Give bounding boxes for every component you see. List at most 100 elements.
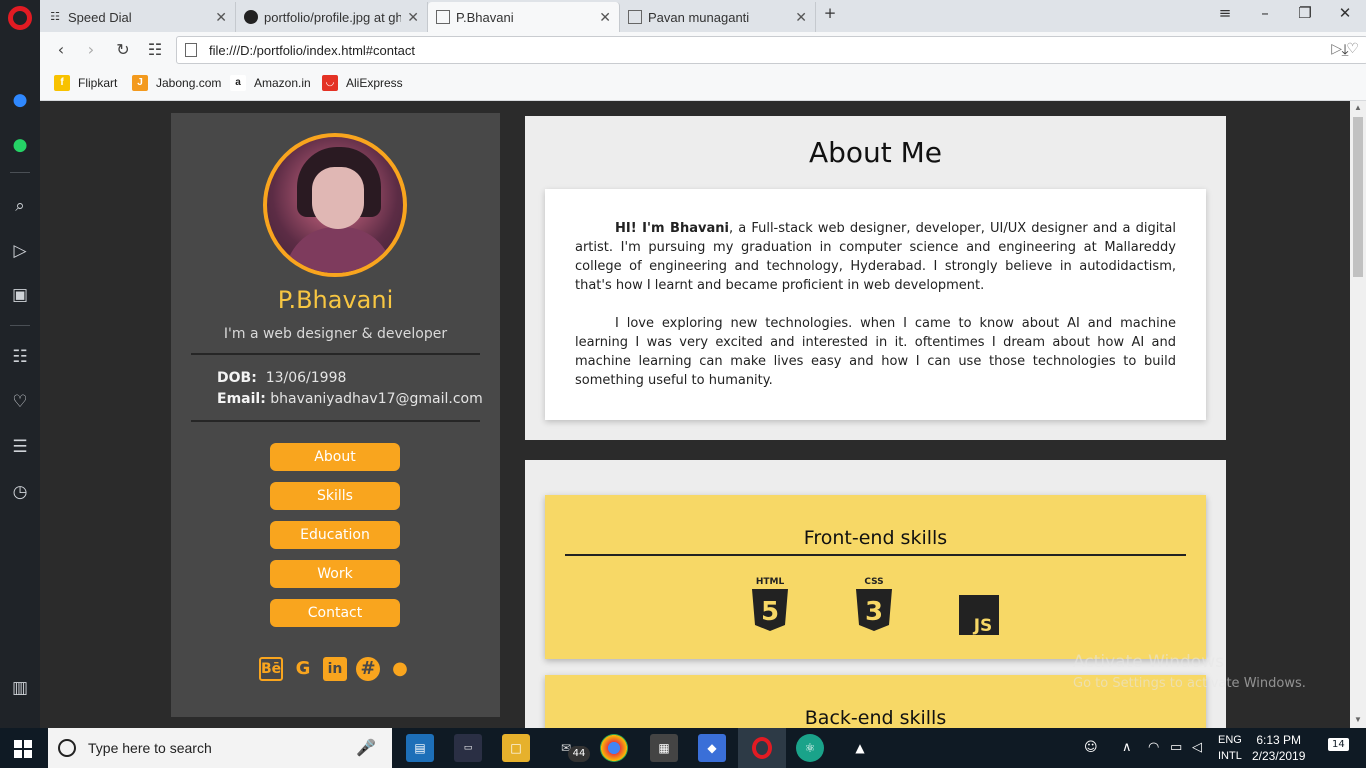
battery-icon[interactable]: ▭	[1170, 740, 1182, 755]
bookmark-aliexpress[interactable]: ◡ AliExpress	[322, 75, 403, 91]
profile-photo	[263, 133, 407, 277]
javascript-icon: JS	[959, 595, 999, 635]
close-icon[interactable]: ✕	[215, 9, 227, 26]
close-icon[interactable]: ✕	[599, 9, 611, 26]
google-icon[interactable]: G	[291, 657, 315, 681]
news-icon[interactable]: ☰	[8, 435, 32, 459]
css3-icon: CSS 3	[856, 577, 892, 631]
html5-number: 5	[761, 597, 779, 627]
nav-skills-button[interactable]: Skills	[270, 482, 400, 510]
flipkart-icon: f	[54, 75, 70, 91]
tray-expand-icon[interactable]: ∧	[1122, 740, 1132, 755]
app-icon[interactable]: ◆	[698, 734, 726, 762]
new-tab-button[interactable]: +	[818, 4, 842, 22]
bookmark-flipkart[interactable]: f Flipkart	[54, 75, 117, 91]
microphone-icon[interactable]: 🎤	[356, 738, 376, 757]
minimize-button[interactable]: –	[1253, 4, 1277, 22]
address-bar-row: ‹ › ↻ ☷ file:///D:/portfolio/index.html#…	[40, 32, 1366, 68]
close-window-button[interactable]: ✕	[1333, 4, 1357, 22]
close-icon[interactable]: ✕	[795, 9, 807, 26]
back-button[interactable]: ‹	[50, 40, 72, 60]
divider	[565, 554, 1186, 556]
scroll-down-icon[interactable]: ▼	[1354, 716, 1362, 724]
tab-pbhavani[interactable]: P.Bhavani ✕	[428, 2, 620, 32]
bookmarks-bar: f Flipkart J Jabong.com a Amazon.in ◡ Al…	[40, 68, 1366, 101]
page-icon	[628, 10, 642, 24]
sidebar-toggle-icon[interactable]: ▥	[8, 676, 32, 700]
photos-icon[interactable]: ▲	[846, 734, 874, 762]
nav-contact-button[interactable]: Contact	[270, 599, 400, 627]
file-explorer-icon[interactable]: □	[502, 734, 530, 762]
javascript-label: JS	[973, 616, 993, 635]
sidebar-divider	[10, 325, 30, 326]
css3-label: CSS	[864, 577, 883, 587]
send-icon[interactable]: ▷	[8, 239, 32, 263]
nav-about-button[interactable]: About	[270, 443, 400, 471]
opera-sidebar: ● ● ⌕ ▷ ▣ ☷ ♡ ☰ ◷ ▥	[0, 0, 40, 728]
url-text: file:///D:/portfolio/index.html#contact	[209, 42, 415, 58]
tab-bar: ☷ Speed Dial ✕ portfolio/profile.jpg at …	[40, 0, 1366, 32]
scroll-up-icon[interactable]: ▲	[1354, 104, 1362, 112]
windows-start-icon[interactable]	[14, 740, 32, 758]
activate-windows-watermark: Activate Windows Go to Settings to activ…	[1073, 652, 1306, 691]
bookmark-jabong[interactable]: J Jabong.com	[132, 75, 221, 91]
chrome-icon[interactable]	[600, 734, 628, 762]
language-indicator[interactable]: ENG INTL	[1218, 732, 1242, 764]
maximize-button[interactable]: ❐	[1293, 4, 1317, 22]
nav-work-button[interactable]: Work	[270, 560, 400, 588]
wifi-icon[interactable]: ◠	[1148, 740, 1159, 755]
download-icon[interactable]: ⤓	[1334, 40, 1356, 60]
opera-taskbar-icon[interactable]	[748, 734, 776, 762]
profile-card: P.Bhavani I'm a web designer & developer…	[171, 113, 500, 717]
linkedin-icon[interactable]: in	[323, 657, 347, 681]
taskbar-clock[interactable]: 6:13 PM 2/23/2019	[1252, 732, 1305, 764]
whatsapp-icon[interactable]: ●	[8, 133, 32, 157]
taskbar-search-input[interactable]: Type here to search 🎤	[48, 728, 392, 768]
search-icon[interactable]: ⌕	[8, 194, 32, 218]
email-row: Email: bhavaniyadhav17@gmail.com	[217, 391, 483, 407]
about-paragraph-2: I love exploring new technologies. when …	[575, 316, 1176, 388]
volume-icon[interactable]: ◁	[1192, 740, 1202, 755]
profile-tagline: I'm a web designer & developer	[223, 326, 448, 342]
notification-center-icon[interactable]: 14	[1328, 738, 1349, 751]
about-section: About Me HI! I'm Bhavani, a Full-stack w…	[525, 116, 1226, 440]
web-page: P.Bhavani I'm a web designer & developer…	[40, 101, 1350, 728]
reload-button[interactable]: ↻	[112, 40, 134, 60]
heart-icon[interactable]: ♡	[8, 390, 32, 414]
about-paragraph-1: HI! I'm Bhavani, a Full-stack web design…	[575, 221, 1176, 293]
forward-button[interactable]: ›	[80, 40, 102, 60]
close-icon[interactable]: ✕	[407, 9, 419, 26]
speed-dial-button[interactable]: ☷	[144, 40, 166, 60]
camera-icon[interactable]: ▣	[8, 283, 32, 307]
bookmark-amazon[interactable]: a Amazon.in	[230, 75, 311, 91]
behance-icon[interactable]: Bē	[259, 657, 283, 681]
mail-badge: 44	[568, 746, 590, 762]
tab-speed-dial[interactable]: ☷ Speed Dial ✕	[40, 2, 236, 32]
github-icon[interactable]: ●	[388, 657, 412, 681]
opera-logo-icon[interactable]	[8, 6, 32, 30]
nav-education-button[interactable]: Education	[270, 521, 400, 549]
tab-pavan[interactable]: Pavan munaganti ✕	[620, 2, 816, 32]
task-view-icon[interactable]: ▤	[406, 734, 434, 762]
frontend-skills-card: Front-end skills HTML 5 CSS 3 JS	[545, 495, 1206, 659]
scroll-thumb[interactable]	[1353, 117, 1363, 277]
dob-row: DOB: 13/06/1998	[217, 370, 347, 386]
history-icon[interactable]: ◷	[8, 480, 32, 504]
url-field[interactable]: file:///D:/portfolio/index.html#contact …	[176, 36, 1366, 64]
aliexpress-icon: ◡	[322, 75, 338, 91]
tab-menu-icon[interactable]: ≡	[1213, 4, 1237, 22]
atom-icon[interactable]: ⚛	[796, 734, 824, 762]
messenger-icon[interactable]: ●	[8, 88, 32, 112]
speed-dial-icon[interactable]: ☷	[8, 345, 32, 369]
store-icon[interactable]: ▦	[650, 734, 678, 762]
hashnode-icon[interactable]: #	[356, 657, 380, 681]
css3-number: 3	[865, 597, 883, 627]
cortana-icon	[58, 739, 76, 757]
people-icon[interactable]: ☺	[1084, 740, 1098, 755]
terminal-app-icon[interactable]: ▭	[454, 734, 482, 762]
page-scrollbar[interactable]: ▲ ▼	[1350, 101, 1366, 728]
grid-icon: ☷	[50, 11, 60, 23]
tab-github[interactable]: portfolio/profile.jpg at gh- ✕	[236, 2, 428, 32]
profile-name: P.Bhavani	[277, 286, 394, 314]
divider	[191, 420, 480, 422]
